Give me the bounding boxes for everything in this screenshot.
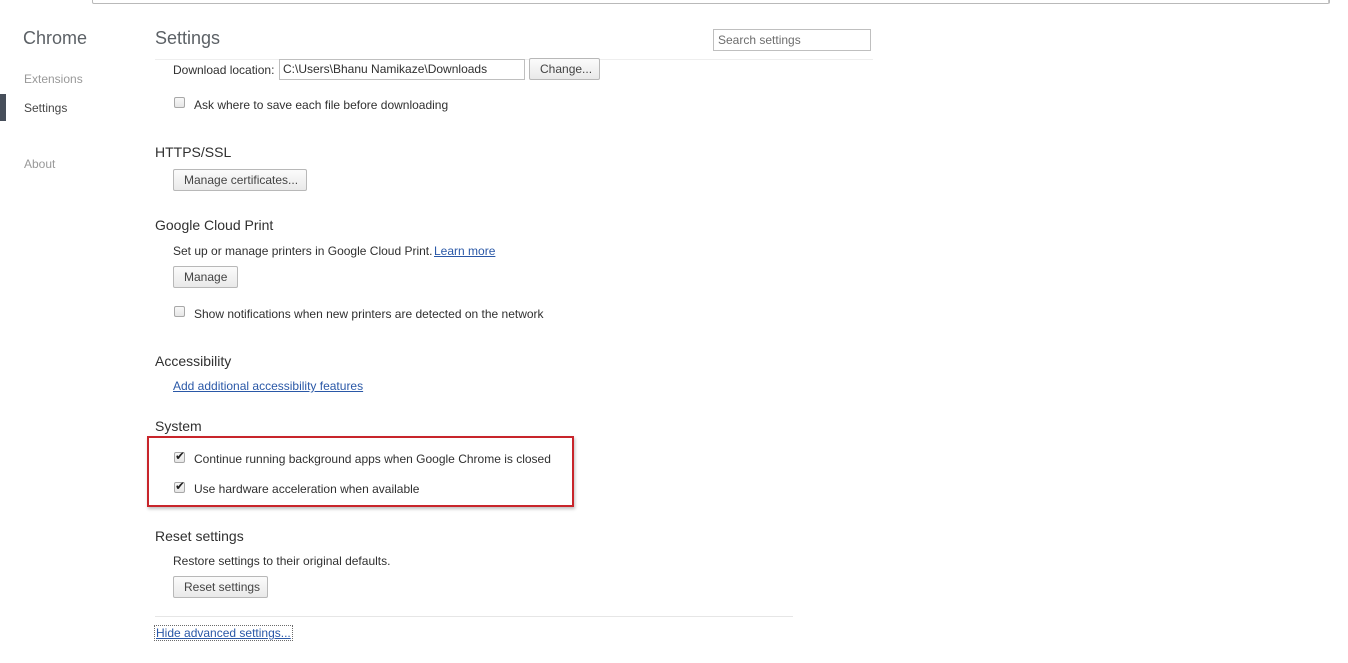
ask-where-label: Ask where to save each file before downl… bbox=[194, 98, 449, 112]
printer-notifications-label: Show notifications when new printers are… bbox=[194, 307, 544, 321]
background-apps-label: Continue running background apps when Go… bbox=[194, 452, 551, 466]
check-icon: ✔ bbox=[175, 449, 186, 463]
manage-certificates-button[interactable]: Manage certificates... bbox=[173, 169, 307, 191]
manage-printers-button[interactable]: Manage bbox=[173, 266, 238, 288]
hardware-acceleration-checkbox[interactable]: ✔ bbox=[174, 479, 186, 493]
highlight-annotation-box bbox=[147, 436, 574, 507]
download-location-field[interactable]: C:\Users\Bhanu Namikaze\Downloads bbox=[279, 59, 525, 80]
cloud-print-description: Set up or manage printers in Google Clou… bbox=[173, 244, 433, 258]
accessibility-title: Accessibility bbox=[155, 353, 232, 369]
page-title: Settings bbox=[155, 28, 221, 48]
printer-notifications-checkbox[interactable] bbox=[174, 306, 185, 317]
system-title: System bbox=[155, 418, 202, 434]
search-input[interactable] bbox=[713, 29, 871, 51]
ask-where-checkbox[interactable] bbox=[174, 97, 185, 108]
add-accessibility-features-link[interactable]: Add additional accessibility features bbox=[173, 379, 363, 393]
settings-main: Settings Download location: C:\Users\Bha… bbox=[0, 0, 1348, 663]
background-apps-checkbox[interactable]: ✔ bbox=[174, 449, 186, 463]
reset-settings-title: Reset settings bbox=[155, 528, 244, 544]
reset-settings-description: Restore settings to their original defau… bbox=[173, 554, 391, 568]
hardware-acceleration-label: Use hardware acceleration when available bbox=[194, 482, 420, 496]
learn-more-link[interactable]: Learn more bbox=[434, 244, 495, 258]
change-download-location-button[interactable]: Change... bbox=[529, 58, 600, 80]
footer-divider bbox=[155, 616, 793, 617]
https-ssl-title: HTTPS/SSL bbox=[155, 144, 232, 160]
download-location-label: Download location: bbox=[173, 63, 275, 77]
check-icon: ✔ bbox=[175, 479, 186, 493]
reset-settings-button[interactable]: Reset settings bbox=[173, 576, 268, 598]
cloud-print-title: Google Cloud Print bbox=[155, 217, 274, 233]
hide-advanced-settings-link[interactable]: Hide advanced settings... bbox=[154, 625, 293, 641]
